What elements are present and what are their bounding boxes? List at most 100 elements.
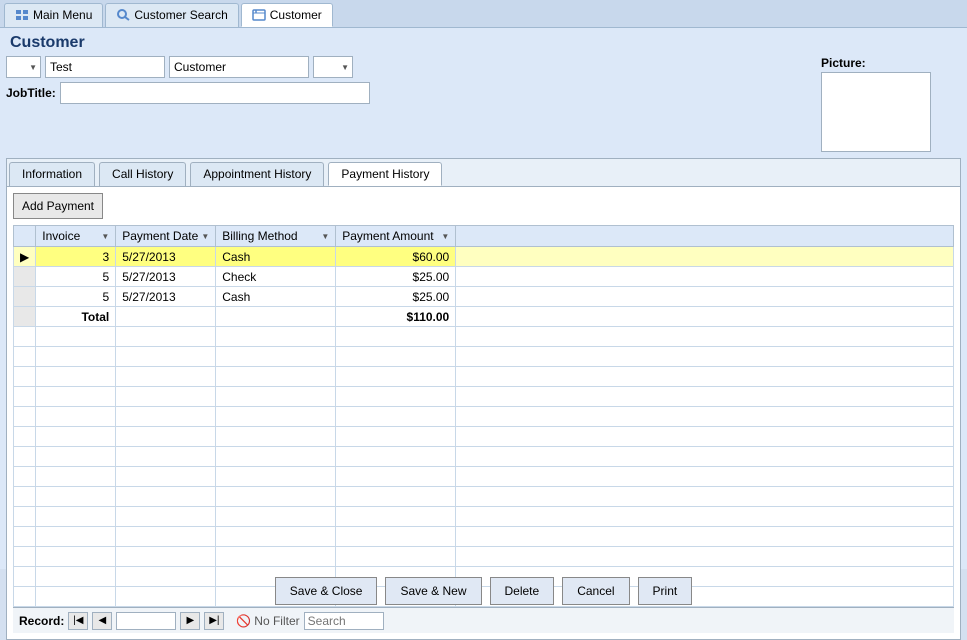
suffix-arrow-icon: ▼ <box>341 63 349 72</box>
table-row[interactable]: ▶ 3 5/27/2013 Cash $60.00 <box>14 247 954 267</box>
col-header-amount[interactable]: Payment Amount ▼ <box>336 226 456 247</box>
total-label: Total <box>36 307 116 327</box>
tab-information[interactable]: Information <box>9 162 95 186</box>
empty-row <box>14 347 954 367</box>
col-date-label: Payment Date <box>122 229 198 243</box>
tab-appointment-history-label: Appointment History <box>203 167 311 181</box>
col-header-extra <box>456 226 954 247</box>
payment-table: Invoice ▼ Payment Date ▼ <box>13 225 954 607</box>
record-next-btn[interactable]: ▶ <box>180 612 200 630</box>
record-nav: Record: |◀ ◀ ▶ ▶| 🚫 No Filter <box>13 607 954 633</box>
tab-payment-history-label: Payment History <box>341 167 429 181</box>
search-icon <box>116 9 130 21</box>
prefix-dropdown[interactable]: ▼ <box>6 56 41 78</box>
no-filter: 🚫 No Filter <box>236 614 299 628</box>
cell-invoice: 5 <box>36 287 116 307</box>
empty-row <box>14 487 954 507</box>
cell-date: 5/27/2013 <box>116 247 216 267</box>
customer-title: Customer <box>10 34 85 51</box>
cell-extra <box>456 267 954 287</box>
method-sort-icon: ▼ <box>321 232 329 241</box>
cell-extra <box>456 247 954 267</box>
inner-tabs: Information Call History Appointment His… <box>7 159 960 187</box>
empty-row <box>14 527 954 547</box>
empty-row <box>14 447 954 467</box>
print-button[interactable]: Print <box>638 577 693 605</box>
tab-main-menu[interactable]: Main Menu <box>4 3 103 27</box>
record-search-input[interactable] <box>304 612 384 630</box>
tab-call-history-label: Call History <box>112 167 173 181</box>
main-content: Customer ▼ ▼ JobTitle: Pictu <box>0 28 967 569</box>
empty-row <box>14 547 954 567</box>
record-prev-btn[interactable]: ◀ <box>92 612 112 630</box>
table-row[interactable]: 5 5/27/2013 Cash $25.00 <box>14 287 954 307</box>
empty-row <box>14 467 954 487</box>
inner-tabs-container: Information Call History Appointment His… <box>6 158 961 640</box>
cell-method: Check <box>216 267 336 287</box>
no-filter-label: No Filter <box>254 614 299 628</box>
tab-information-label: Information <box>22 167 82 181</box>
tab-main-menu-label: Main Menu <box>33 8 92 22</box>
cell-amount: $60.00 <box>336 247 456 267</box>
firstname-input[interactable] <box>45 56 165 78</box>
date-sort-icon: ▼ <box>201 232 209 241</box>
empty-row <box>14 427 954 447</box>
cell-invoice: 3 <box>36 247 116 267</box>
amount-sort-icon: ▼ <box>441 232 449 241</box>
record-last-btn[interactable]: ▶| <box>204 612 224 630</box>
empty-row <box>14 587 954 607</box>
cell-method: Cash <box>216 287 336 307</box>
jobtitle-input[interactable] <box>60 82 370 104</box>
tab-customer-label: Customer <box>270 8 322 22</box>
payment-history-content: Add Payment Invoice ▼ <box>7 187 960 639</box>
save-close-button[interactable]: Save & Close <box>275 577 378 605</box>
customer-title-row: Customer <box>6 34 961 52</box>
customer-icon <box>252 9 266 21</box>
tab-call-history[interactable]: Call History <box>99 162 186 186</box>
save-new-button[interactable]: Save & New <box>385 577 481 605</box>
empty-row <box>14 367 954 387</box>
prefix-arrow-icon: ▼ <box>29 63 37 72</box>
total-row: Total $110.00 <box>14 307 954 327</box>
empty-row <box>14 567 954 587</box>
form-area: ▼ ▼ JobTitle: Picture: <box>6 56 961 152</box>
top-tab-bar: Main Menu Customer Search Customer <box>0 0 967 28</box>
record-label: Record: <box>19 614 64 628</box>
empty-row <box>14 387 954 407</box>
col-header-indicator <box>14 226 36 247</box>
cell-invoice: 5 <box>36 267 116 287</box>
empty-row <box>14 407 954 427</box>
col-header-invoice[interactable]: Invoice ▼ <box>36 226 116 247</box>
tab-customer[interactable]: Customer <box>241 3 333 27</box>
row-indicator: ▶ <box>14 247 36 267</box>
jobtitle-label: JobTitle: <box>6 86 56 100</box>
table-wrapper: Invoice ▼ Payment Date ▼ <box>13 225 954 607</box>
table-row[interactable]: 5 5/27/2013 Check $25.00 <box>14 267 954 287</box>
cell-date: 5/27/2013 <box>116 267 216 287</box>
col-header-date[interactable]: Payment Date ▼ <box>116 226 216 247</box>
total-method <box>216 307 336 327</box>
suffix-dropdown[interactable]: ▼ <box>313 56 353 78</box>
col-invoice-label: Invoice <box>42 229 80 243</box>
filter-icon: 🚫 <box>236 614 251 628</box>
picture-label: Picture: <box>821 56 866 70</box>
col-header-method[interactable]: Billing Method ▼ <box>216 226 336 247</box>
cancel-button[interactable]: Cancel <box>562 577 629 605</box>
lastname-input[interactable] <box>169 56 309 78</box>
record-current[interactable] <box>116 612 176 630</box>
total-indicator <box>14 307 36 327</box>
tab-payment-history[interactable]: Payment History <box>328 162 442 186</box>
picture-area: Picture: <box>821 56 961 152</box>
cell-extra <box>456 287 954 307</box>
name-row: ▼ ▼ <box>6 56 813 78</box>
tab-appointment-history[interactable]: Appointment History <box>190 162 324 186</box>
add-payment-label: Add Payment <box>22 199 94 213</box>
invoice-sort-icon: ▼ <box>101 232 109 241</box>
tab-customer-search[interactable]: Customer Search <box>105 3 238 27</box>
record-first-btn[interactable]: |◀ <box>68 612 88 630</box>
delete-button[interactable]: Delete <box>490 577 555 605</box>
total-extra <box>456 307 954 327</box>
add-payment-button[interactable]: Add Payment <box>13 193 103 219</box>
grid-icon <box>15 9 29 21</box>
row-indicator <box>14 267 36 287</box>
